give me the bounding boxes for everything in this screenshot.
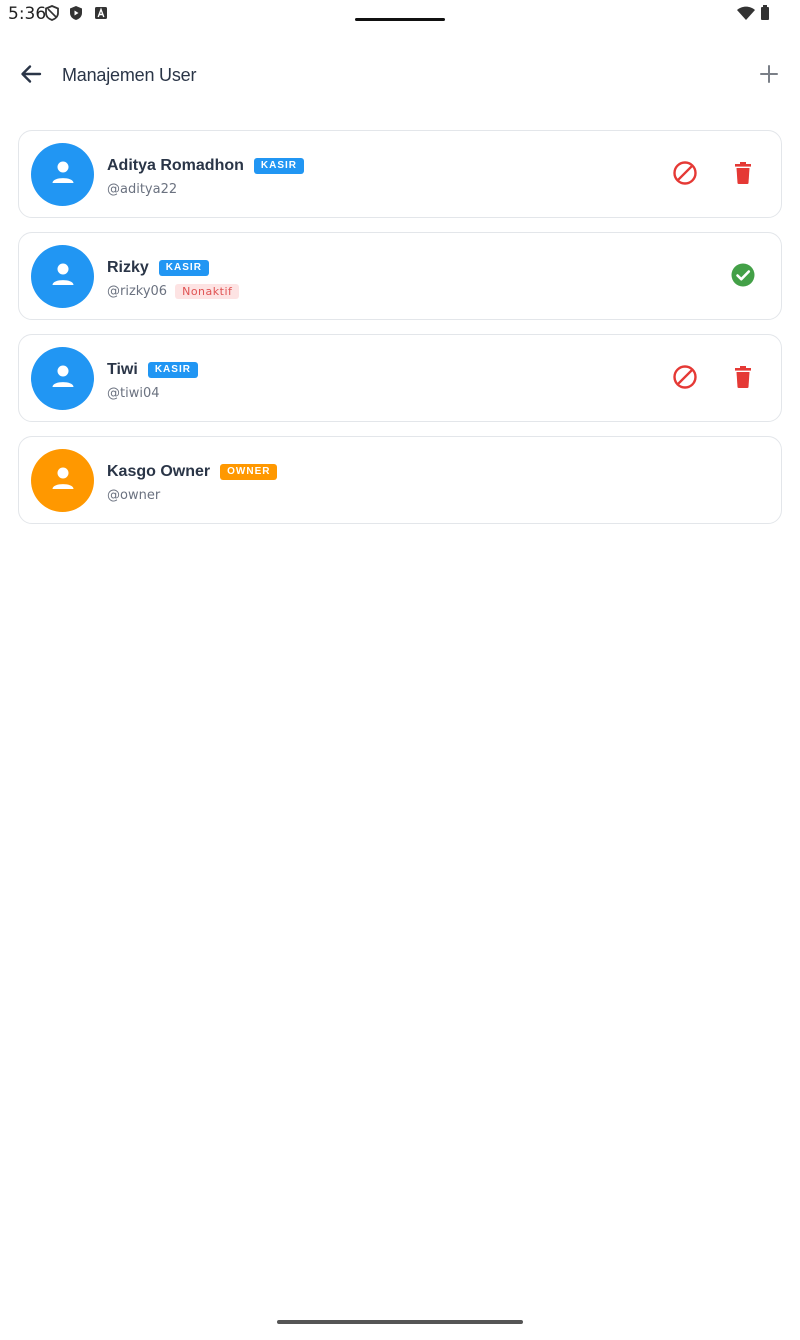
user-info: Kasgo Owner OWNER @owner: [107, 461, 278, 504]
user-info: Aditya Romadhon KASIR @aditya22: [107, 155, 305, 198]
role-badge: KASIR: [158, 260, 209, 276]
app-bar: Manajemen User: [0, 48, 800, 104]
avatar: [31, 347, 94, 410]
battery-icon: [760, 5, 770, 21]
arrow-back-icon: [20, 63, 42, 90]
play-protect-icon: [68, 5, 84, 21]
plus-icon: [759, 64, 779, 89]
page-title: Manajemen User: [62, 65, 197, 85]
user-name: Kasgo Owner: [107, 463, 211, 480]
avatar: [31, 245, 94, 308]
username: @aditya22: [107, 181, 178, 197]
avatar: [31, 449, 94, 512]
camera-notch: [355, 18, 445, 21]
username: @tiwi04: [107, 385, 160, 401]
activate-button[interactable]: [729, 263, 757, 291]
delete-icon: [732, 161, 754, 190]
status-badge: Nonaktif: [175, 283, 240, 299]
user-card[interactable]: Tiwi KASIR @tiwi04: [18, 334, 782, 422]
delete-icon: [732, 365, 754, 394]
block-icon: [672, 364, 698, 395]
person-icon: [49, 260, 77, 293]
status-bar: 5:36: [0, 0, 800, 28]
role-badge: OWNER: [220, 464, 278, 480]
role-badge: KASIR: [253, 158, 305, 174]
user-info: Tiwi KASIR @tiwi04: [107, 359, 198, 402]
user-info: Rizky KASIR @rizky06 Nonaktif: [107, 257, 240, 300]
user-card[interactable]: Rizky KASIR @rizky06 Nonaktif: [18, 232, 782, 320]
gesture-bar[interactable]: [277, 1320, 523, 1324]
delete-button[interactable]: [729, 365, 757, 393]
shield-icon: [44, 5, 60, 21]
role-badge: KASIR: [147, 362, 198, 378]
wifi-icon: [736, 5, 756, 21]
person-icon: [49, 362, 77, 395]
block-icon: [672, 160, 698, 191]
deactivate-button[interactable]: [671, 364, 699, 395]
status-time: 5:36: [8, 4, 47, 24]
user-card[interactable]: Kasgo Owner OWNER @owner: [18, 436, 782, 524]
user-list: Aditya Romadhon KASIR @aditya22 Rizky KA…: [18, 130, 782, 538]
user-card[interactable]: Aditya Romadhon KASIR @aditya22: [18, 130, 782, 218]
avatar: [31, 143, 94, 206]
delete-button[interactable]: [729, 161, 757, 189]
person-icon: [49, 464, 77, 497]
a-icon: [93, 5, 109, 21]
user-name: Rizky: [107, 259, 149, 276]
person-icon: [49, 158, 77, 191]
add-user-button[interactable]: [754, 61, 784, 91]
user-name: Aditya Romadhon: [107, 157, 244, 174]
username: @owner: [107, 487, 161, 503]
deactivate-button[interactable]: [671, 160, 699, 191]
user-name: Tiwi: [107, 361, 138, 378]
username: @rizky06: [107, 283, 168, 299]
check-circle-icon: [730, 262, 756, 293]
back-button[interactable]: [16, 61, 46, 91]
